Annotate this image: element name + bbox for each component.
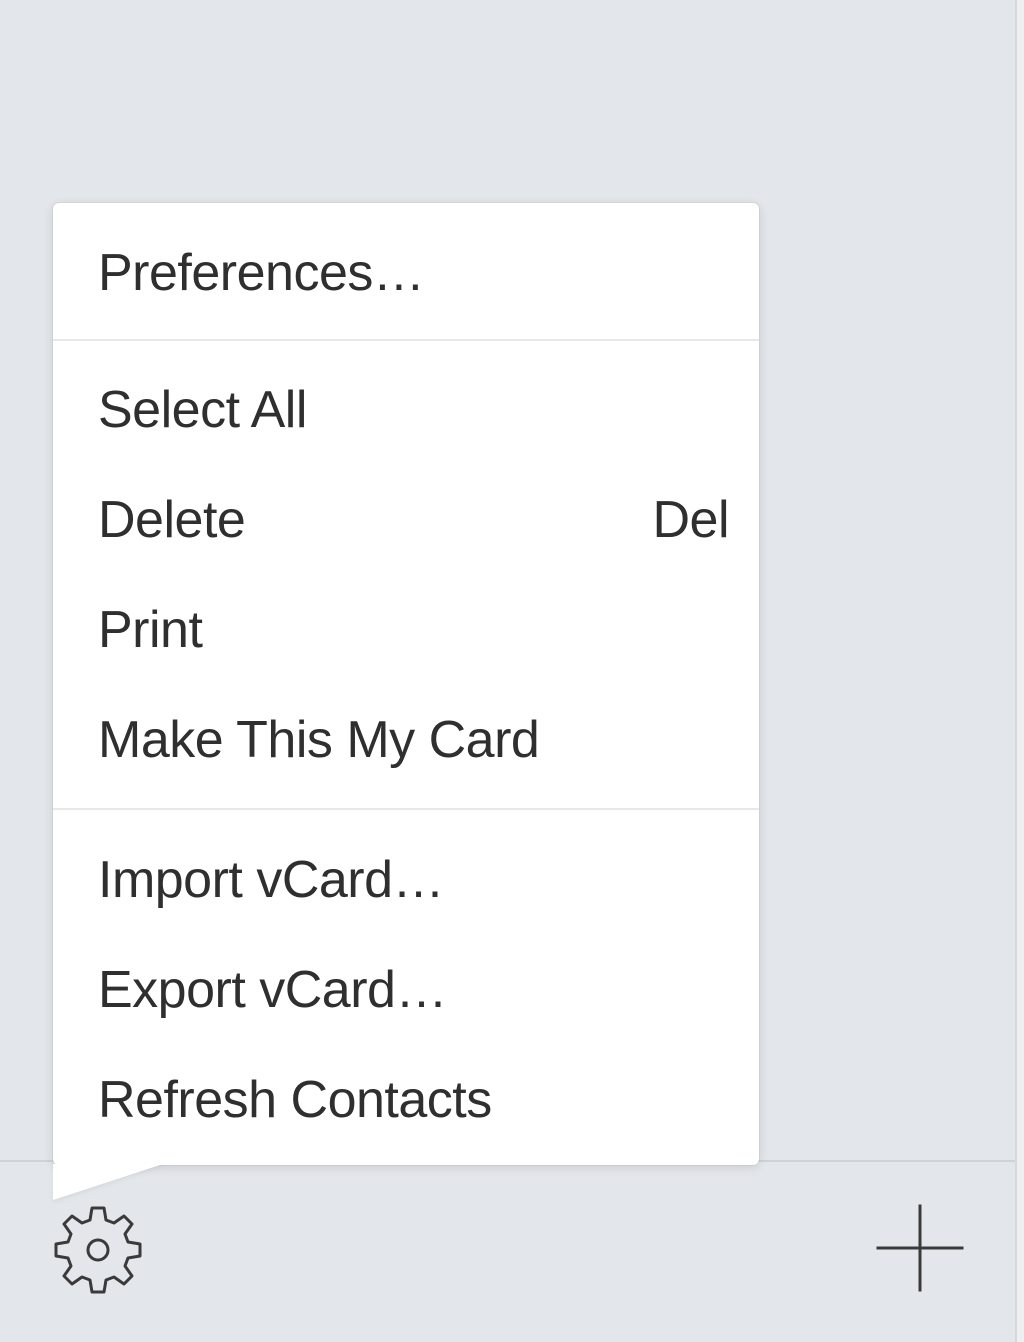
menu-item-label: Delete [98, 491, 246, 549]
popover-arrow [53, 1164, 163, 1200]
menu-item-label: Export vCard… [98, 961, 447, 1019]
menu-item-label: Import vCard… [98, 851, 445, 909]
menu-item-preferences[interactable]: Preferences… [53, 223, 759, 323]
menu-separator [53, 808, 759, 810]
menu-item-label: Make This My Card [98, 711, 540, 769]
menu-item-make-this-my-card[interactable]: Make This My Card [53, 690, 759, 790]
plus-icon [872, 1200, 968, 1301]
menu-separator [53, 339, 759, 341]
menu-item-delete[interactable]: Delete Del [53, 470, 759, 570]
menu-item-label: Select All [98, 381, 307, 439]
menu-item-refresh-contacts[interactable]: Refresh Contacts [53, 1050, 759, 1150]
add-contact-button[interactable] [870, 1200, 970, 1300]
menu-item-label: Preferences… [98, 244, 425, 302]
settings-menu-popover: Preferences… Select All Delete Del Print… [53, 203, 759, 1165]
settings-button[interactable] [48, 1204, 148, 1300]
gear-icon [50, 1202, 146, 1303]
menu-item-print[interactable]: Print [53, 580, 759, 680]
menu-item-label: Refresh Contacts [98, 1071, 492, 1129]
menu-item-label: Print [98, 601, 203, 659]
menu-item-import-vcard[interactable]: Import vCard… [53, 830, 759, 930]
menu-item-shortcut: Del [652, 491, 729, 549]
pane-divider [1015, 0, 1024, 1342]
menu-item-export-vcard[interactable]: Export vCard… [53, 940, 759, 1040]
menu-item-select-all[interactable]: Select All [53, 360, 759, 460]
